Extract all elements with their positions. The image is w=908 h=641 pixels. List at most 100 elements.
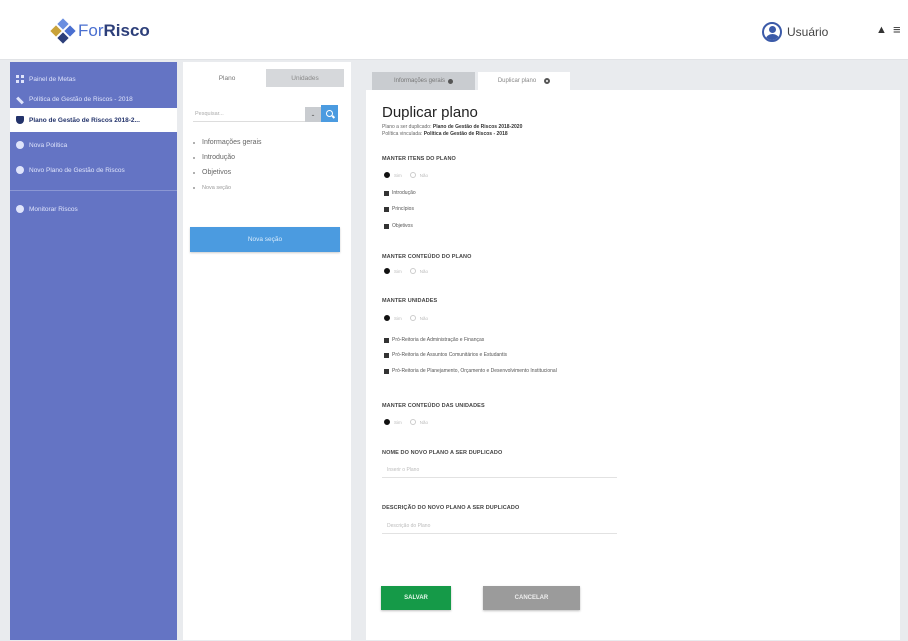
value: Política de Gestão de Riscos - 2018 — [423, 131, 508, 137]
checkbox-checked-icon[interactable] — [384, 223, 389, 229]
sidebar: Painel de Metas Política de Gestão de Ri… — [10, 62, 177, 640]
checkbox-unidade[interactable]: Pró-Reitoria de Assuntos Comunitários e … — [384, 352, 507, 358]
tab-plano[interactable]: Plano — [193, 69, 261, 87]
new-plan-description-input[interactable]: Descrição do Plano — [382, 518, 617, 534]
checkbox-item[interactable]: Princípios — [384, 206, 414, 212]
sidebar-item-label: Nova Política — [29, 141, 68, 149]
page-title: Duplicar plano — [382, 104, 478, 121]
checkbox-checked-icon[interactable] — [384, 190, 389, 196]
radio-label: Não — [419, 172, 429, 178]
bullet-icon — [193, 141, 195, 144]
bullet-icon — [193, 186, 195, 189]
section-nome-novo-plano: NOME DO NOVO PLANO A SER DUPLICADO — [382, 450, 503, 456]
new-plan-name-input[interactable]: Inserir o Plano — [382, 462, 617, 478]
sidebar-item-label: Novo Plano de Gestão de Riscos — [29, 166, 125, 174]
tab-unidades[interactable]: Unidades — [266, 69, 344, 87]
logo-icon — [50, 18, 76, 44]
plan-to-duplicate: Plano a ser duplicado: Plano de Gestão d… — [382, 124, 522, 130]
user-name: Usuário — [787, 25, 829, 39]
checkbox-checked-icon[interactable] — [384, 352, 389, 358]
bullet-icon — [193, 156, 195, 159]
label: Política vinculada: — [382, 131, 423, 137]
radio-label: Não — [419, 268, 429, 274]
checkbox-item[interactable]: Introdução — [384, 190, 416, 196]
shield-icon — [16, 116, 24, 124]
tab-informacoes-gerais[interactable]: Informações gerais — [372, 72, 475, 90]
radio-no[interactable] — [409, 172, 416, 178]
save-button[interactable]: SALVAR — [381, 586, 451, 610]
search-input[interactable]: Pesquisar... — [193, 107, 321, 122]
radio-group-itens: Sim Não — [384, 172, 428, 178]
sidebar-item-nova-politica[interactable]: Nova Política — [10, 133, 177, 157]
grid-icon — [16, 75, 24, 83]
plus-circle-icon — [16, 205, 24, 213]
logo[interactable]: ForRisco — [50, 18, 150, 44]
linked-policy: Política vinculada: Política de Gestão d… — [382, 131, 508, 137]
tree-item[interactable]: Introdução — [193, 150, 262, 165]
radio-label: Sim — [394, 419, 402, 425]
sidebar-item-label: Política de Gestão de Riscos - 2018 — [29, 95, 133, 103]
section-manter-conteudo-plano: MANTER CONTEÚDO DO PLANO — [382, 254, 472, 260]
search-button[interactable] — [321, 105, 338, 122]
tab-duplicar-plano[interactable]: Duplicar plano — [478, 72, 570, 90]
radio-label: Sim — [394, 172, 402, 178]
checkbox-checked-icon[interactable] — [384, 368, 389, 374]
hamburger-menu-icon[interactable]: ≡ — [893, 22, 901, 37]
checkbox-item[interactable]: Objetivos — [384, 223, 413, 229]
tree-item[interactable]: Objetivos — [193, 165, 262, 180]
checkbox-label: Introdução — [392, 190, 416, 196]
section-manter-conteudo-unidades: MANTER CONTEÚDO DAS UNIDADES — [382, 403, 485, 409]
section-manter-itens: MANTER ITENS DO PLANO — [382, 156, 456, 162]
gear-icon[interactable] — [544, 78, 551, 84]
top-bar: ForRisco Usuário ▲ ≡ — [0, 0, 908, 60]
tree-item[interactable]: Informações gerais — [193, 135, 262, 150]
notification-bell-icon[interactable]: ▲ — [876, 24, 887, 36]
sidebar-item-novo-plano[interactable]: Novo Plano de Gestão de Riscos — [10, 158, 177, 182]
sidebar-item-label: Painel de Metas — [29, 75, 76, 83]
label: Plano a ser duplicado: — [382, 124, 432, 130]
checkbox-checked-icon[interactable] — [384, 337, 389, 343]
tree-item-label: Objetivos — [202, 169, 232, 176]
user-avatar-icon — [762, 22, 782, 42]
radio-label: Não — [419, 419, 429, 425]
radio-no[interactable] — [409, 419, 416, 425]
radio-yes[interactable] — [384, 268, 390, 274]
checkbox-unidade[interactable]: Pró-Reitoria de Administração e Finanças — [384, 337, 484, 343]
checkbox-label: Pró-Reitoria de Assuntos Comunitários e … — [392, 352, 508, 358]
radio-yes[interactable] — [384, 172, 390, 178]
tab-label: Duplicar plano — [497, 78, 537, 84]
sidebar-divider — [10, 190, 177, 191]
radio-no[interactable] — [409, 268, 416, 274]
sidebar-item-monitorar[interactable]: Monitorar Riscos — [10, 197, 177, 221]
checkbox-checked-icon[interactable] — [384, 206, 389, 212]
wrench-icon — [16, 96, 24, 104]
section-descricao-novo-plano: DESCRIÇÃO DO NOVO PLANO A SER DUPLICADO — [382, 505, 520, 511]
bullet-icon — [193, 171, 195, 174]
checkbox-unidade[interactable]: Pró-Reitoria de Planejamento, Orçamento … — [384, 368, 557, 374]
radio-group-conteudo-unidades: Sim Não — [384, 419, 428, 425]
radio-yes[interactable] — [384, 419, 390, 425]
plan-tree-panel: Plano Unidades Pesquisar... - Informaçõe… — [183, 62, 351, 640]
tree-item-label: Introdução — [202, 154, 236, 161]
cancel-button[interactable]: CANCELAR — [483, 586, 580, 610]
checkbox-label: Pró-Reitoria de Administração e Finanças — [392, 337, 485, 343]
checkbox-label: Princípios — [392, 206, 414, 212]
collapse-button[interactable]: - — [305, 107, 321, 122]
section-manter-unidades: MANTER UNIDADES — [382, 298, 438, 304]
logo-text: ForRisco — [78, 21, 150, 40]
radio-group-conteudo-plano: Sim Não — [384, 268, 428, 274]
close-tab-icon[interactable] — [448, 78, 454, 84]
sidebar-item-label: Plano de Gestão de Riscos 2018-2... — [29, 116, 140, 124]
radio-label: Sim — [394, 315, 402, 321]
plus-circle-icon — [16, 141, 24, 149]
tree-item[interactable]: Nova seção — [193, 180, 262, 195]
sidebar-item-plano[interactable]: Plano de Gestão de Riscos 2018-2... — [10, 108, 177, 132]
checkbox-label: Objetivos — [392, 223, 413, 229]
plan-tree: Informações gerais Introdução Objetivos … — [193, 135, 262, 195]
radio-yes[interactable] — [384, 315, 390, 321]
user-menu[interactable]: Usuário — [762, 22, 828, 42]
radio-no[interactable] — [409, 315, 416, 321]
plus-circle-icon — [16, 166, 24, 174]
value: Plano de Gestão de Riscos 2018-2020 — [432, 124, 523, 130]
new-section-button[interactable]: Nova seção — [190, 227, 340, 252]
